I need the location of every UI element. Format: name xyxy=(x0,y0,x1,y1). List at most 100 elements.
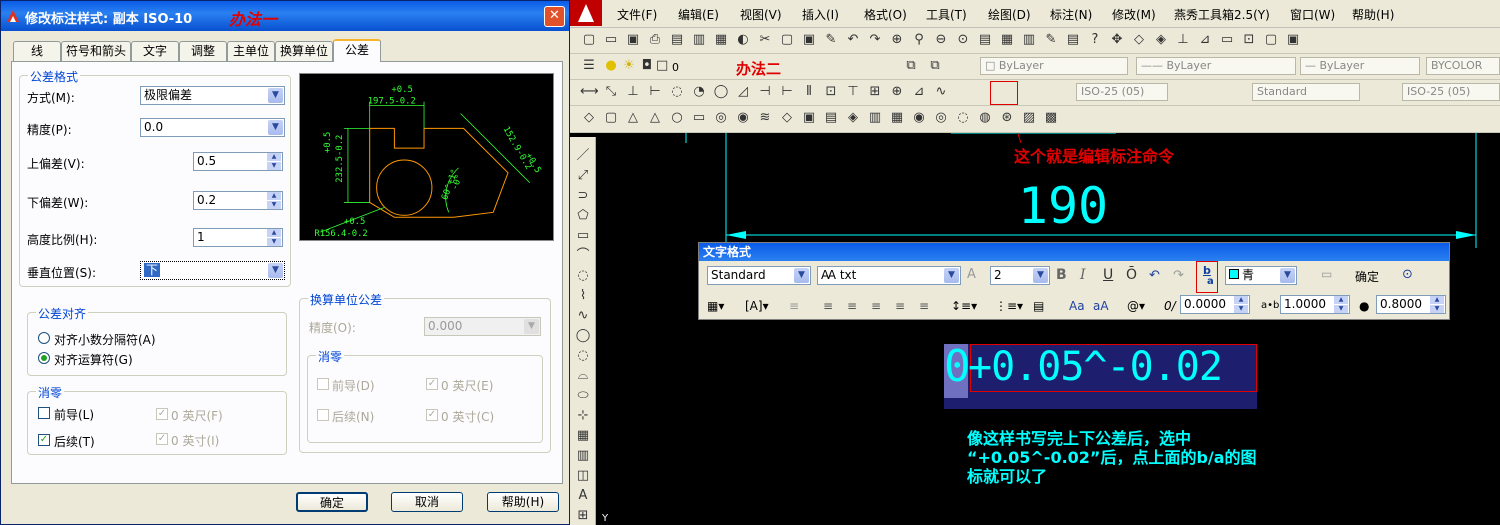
menu-yanxiu-toolbox[interactable]: 燕秀工具箱2.5(Y) xyxy=(1174,6,1270,23)
standard-tool-16-icon[interactable]: ⚲ xyxy=(910,31,928,49)
layer-previous-icon[interactable]: ⧉ xyxy=(926,57,944,75)
cancel-button[interactable]: 取消 xyxy=(391,492,463,512)
layer-manager-icon[interactable]: ☰ xyxy=(580,57,598,75)
draw-tool-11-icon[interactable]: ◌ xyxy=(574,347,592,365)
spin-down-icon[interactable]: ▼ xyxy=(1334,305,1348,313)
spin-up-icon[interactable]: ▲ xyxy=(267,153,281,161)
standard-tool-23-icon[interactable]: ▤ xyxy=(1064,31,1082,49)
menu-dimension[interactable]: 标注(N) xyxy=(1050,6,1092,23)
dimension-tool-11-icon[interactable]: ⫴ xyxy=(800,83,818,101)
color-control[interactable]: □ ByLayer xyxy=(980,57,1128,75)
font-select[interactable]: Ꜳ txt ▼ xyxy=(817,266,961,285)
standard-tool-10-icon[interactable]: ▢ xyxy=(778,31,796,49)
dimension-tool-13-icon[interactable]: ⊤ xyxy=(844,83,862,101)
spin-down-icon[interactable]: ▼ xyxy=(267,238,281,246)
modeling-tool-3-icon[interactable]: △ xyxy=(624,109,642,127)
precision-select[interactable]: 0.0 ▼ xyxy=(140,118,285,137)
modeling-tool-13-icon[interactable]: ◈ xyxy=(844,109,862,127)
standard-tool-3-icon[interactable]: ▣ xyxy=(624,31,642,49)
standard-tool-18-icon[interactable]: ⊙ xyxy=(954,31,972,49)
text-height-select[interactable]: 2 ▼ xyxy=(990,266,1050,285)
modeling-tool-20-icon[interactable]: ⊛ xyxy=(998,109,1016,127)
tab-tolerances[interactable]: 公差 xyxy=(333,39,381,62)
draw-tool-12-icon[interactable]: ⌓ xyxy=(574,367,592,385)
standard-tool-5-icon[interactable]: ▤ xyxy=(668,31,686,49)
text-style-select[interactable]: Standard ▼ xyxy=(707,266,811,285)
mtext-justify-icon[interactable]: [A]▾ xyxy=(745,299,769,313)
dimension-tool-9-icon[interactable]: ⊣ xyxy=(756,83,774,101)
standard-tool-22-icon[interactable]: ✎ xyxy=(1042,31,1060,49)
standard-tool-15-icon[interactable]: ⊕ xyxy=(888,31,906,49)
menu-format[interactable]: 格式(O) xyxy=(864,6,907,23)
tab-fit[interactable]: 调整 xyxy=(179,41,227,61)
spin-down-icon[interactable]: ▼ xyxy=(1430,305,1444,313)
modeling-tool-16-icon[interactable]: ◉ xyxy=(910,109,928,127)
draw-tool-2-icon[interactable]: ⤢ xyxy=(574,167,592,185)
standard-tool-30-icon[interactable]: ▭ xyxy=(1218,31,1236,49)
dimension-tool-14-icon[interactable]: ⊞ xyxy=(866,83,884,101)
modeling-tool-7-icon[interactable]: ◎ xyxy=(712,109,730,127)
text-color-select[interactable]: 青 ▼ xyxy=(1225,266,1297,285)
draw-tool-16-icon[interactable]: ▥ xyxy=(574,447,592,465)
dimension-tool-2-icon[interactable]: ⤡ xyxy=(602,83,620,101)
tracking-input[interactable]: 1.0000 ▲ ▼ xyxy=(1280,295,1350,314)
standard-tool-17-icon[interactable]: ⊖ xyxy=(932,31,950,49)
menu-window[interactable]: 窗口(W) xyxy=(1290,6,1335,23)
draw-tool-7-icon[interactable]: ◌ xyxy=(574,267,592,285)
draw-tool-13-icon[interactable]: ⬭ xyxy=(574,387,592,405)
modeling-tool-22-icon[interactable]: ▩ xyxy=(1042,109,1060,127)
standard-tool-4-icon[interactable]: ⎙ xyxy=(646,31,664,49)
dimension-tool-6-icon[interactable]: ◔ xyxy=(690,83,708,101)
bold-button[interactable]: B xyxy=(1056,267,1067,283)
standard-tool-33-icon[interactable]: ▣ xyxy=(1284,31,1302,49)
dimension-tool-1-icon[interactable]: ⟷ xyxy=(580,83,599,101)
standard-tool-25-icon[interactable]: ✥ xyxy=(1108,31,1126,49)
align-operator-label[interactable]: 对齐运算符(G) xyxy=(54,351,133,368)
lower-value-input[interactable]: 0.2 ▲ ▼ xyxy=(193,191,283,210)
draw-tool-14-icon[interactable]: ⊹ xyxy=(574,407,592,425)
menu-view[interactable]: 视图(V) xyxy=(740,6,782,23)
method-select[interactable]: 极限偏差 ▼ xyxy=(140,86,285,105)
menu-help[interactable]: 帮助(H) xyxy=(1352,6,1394,23)
dimension-tool-12-icon[interactable]: ⊡ xyxy=(822,83,840,101)
modeling-tool-17-icon[interactable]: ◎ xyxy=(932,109,950,127)
draw-tool-3-icon[interactable]: ⊃ xyxy=(574,187,592,205)
spin-down-icon[interactable]: ▼ xyxy=(1234,305,1248,313)
spin-up-icon[interactable]: ▲ xyxy=(1334,296,1348,304)
tab-lines[interactable]: 线 xyxy=(13,41,61,61)
dimension-tool-17-icon[interactable]: ∿ xyxy=(932,83,950,101)
tab-primary-units[interactable]: 主单位 xyxy=(227,41,275,61)
dimstyle-control[interactable]: ISO-25 (05) xyxy=(1076,83,1168,101)
stack-button[interactable]: b a xyxy=(1196,261,1218,293)
menu-file[interactable]: 文件(F) xyxy=(617,6,657,23)
trailing-label[interactable]: 后续(T) xyxy=(54,433,95,450)
dialog-titlebar[interactable]: 修改标注样式: 副本 ISO-10 办法一 ✕ xyxy=(1,1,569,31)
draw-tool-10-icon[interactable]: ◯ xyxy=(574,327,592,345)
width-factor-input[interactable]: 0.8000 ▲ ▼ xyxy=(1376,295,1446,314)
draw-tool-17-icon[interactable]: ◫ xyxy=(574,467,592,485)
dimension-tool-5-icon[interactable]: ◌ xyxy=(668,83,686,101)
tab-symbols-arrows[interactable]: 符号和箭头 xyxy=(61,41,131,61)
standard-tool-8-icon[interactable]: ◐ xyxy=(734,31,752,49)
overline-button[interactable]: Ō xyxy=(1126,267,1137,283)
paragraph-icon[interactable]: ≡ xyxy=(789,299,799,313)
standard-tool-12-icon[interactable]: ✎ xyxy=(822,31,840,49)
insert-field-icon[interactable]: ▤ xyxy=(1033,299,1044,313)
standard-tool-19-icon[interactable]: ▤ xyxy=(976,31,994,49)
standard-tool-29-icon[interactable]: ⊿ xyxy=(1196,31,1214,49)
draw-tool-15-icon[interactable]: ▦ xyxy=(574,427,592,445)
dimension-tool-3-icon[interactable]: ⊥ xyxy=(624,83,642,101)
numbering-icon[interactable]: ⋮≡▾ xyxy=(995,299,1023,313)
italic-button[interactable]: I xyxy=(1080,267,1086,283)
draw-tool-5-icon[interactable]: ▭ xyxy=(574,227,592,245)
lineweight-control[interactable]: — ByLayer xyxy=(1300,57,1420,75)
menu-insert[interactable]: 插入(I) xyxy=(802,6,839,23)
modeling-tool-18-icon[interactable]: ◌ xyxy=(954,109,972,127)
spin-up-icon[interactable]: ▲ xyxy=(1234,296,1248,304)
text-format-title[interactable]: 文字格式 xyxy=(699,243,1449,261)
lowercase-icon[interactable]: aA xyxy=(1093,299,1109,313)
spin-up-icon[interactable]: ▲ xyxy=(267,192,281,200)
draw-tool-8-icon[interactable]: ⌇ xyxy=(574,287,592,305)
modeling-tool-2-icon[interactable]: ▢ xyxy=(602,109,620,127)
menu-edit[interactable]: 编辑(E) xyxy=(678,6,719,23)
